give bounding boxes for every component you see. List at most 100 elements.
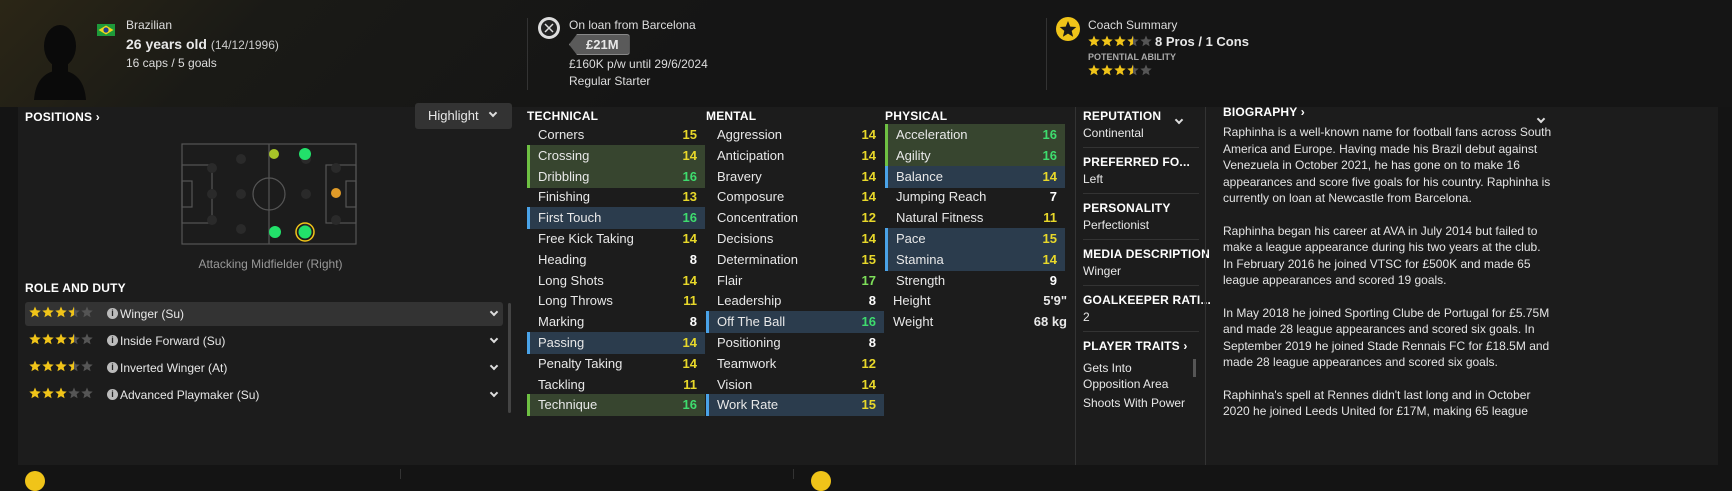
chevron-down-icon[interactable] bbox=[489, 334, 499, 344]
role-row[interactable]: i Winger (Su) bbox=[25, 302, 503, 326]
star-icon bbox=[1101, 64, 1113, 76]
reputation-chevron-icon[interactable] bbox=[1174, 115, 1184, 125]
attribute-row[interactable]: Acceleration 16 bbox=[885, 124, 1065, 146]
attribute-name: Stamina bbox=[896, 251, 944, 267]
info-icon[interactable]: i bbox=[107, 308, 118, 319]
attribute-name: Composure bbox=[717, 189, 785, 205]
bottom-bar bbox=[0, 469, 1732, 491]
attribute-row[interactable]: Composure 14 bbox=[706, 186, 884, 208]
attribute-row[interactable]: Pace 15 bbox=[885, 228, 1065, 250]
attribute-row[interactable]: Vision 14 bbox=[706, 374, 884, 396]
attribute-row[interactable]: Long Shots 14 bbox=[527, 270, 705, 292]
date-of-birth: (14/12/1996) bbox=[210, 38, 279, 52]
attribute-row[interactable]: Passing 14 bbox=[527, 332, 705, 354]
attribute-name: Finishing bbox=[538, 189, 591, 205]
attribute-value: 11 bbox=[683, 376, 697, 392]
attribute-row[interactable]: Long Throws 11 bbox=[527, 290, 705, 312]
star-icon bbox=[68, 306, 80, 318]
role-rating bbox=[29, 383, 94, 407]
weight-label: Weight bbox=[893, 314, 934, 329]
chevron-down-icon[interactable] bbox=[489, 361, 499, 371]
technical-title: TECHNICAL bbox=[527, 109, 599, 123]
attribute-row[interactable]: Tackling 11 bbox=[527, 374, 705, 396]
highlight-dropdown[interactable]: Highlight bbox=[415, 103, 512, 129]
transfer-value-tag[interactable]: £21M bbox=[569, 34, 630, 55]
star-icon bbox=[1140, 64, 1152, 76]
player-traits-title[interactable]: PLAYER TRAITS › bbox=[1083, 339, 1188, 353]
attribute-row[interactable]: Jumping Reach 7 bbox=[885, 186, 1065, 208]
attribute-row[interactable]: Teamwork 12 bbox=[706, 353, 884, 375]
position-dot-st bbox=[331, 188, 341, 198]
attribute-row[interactable]: Decisions 14 bbox=[706, 228, 884, 250]
attribute-name: Natural Fitness bbox=[896, 210, 984, 226]
trait-item: Gets Into Opposition Area bbox=[1083, 361, 1169, 391]
role-row[interactable]: i Advanced Playmaker (Su) bbox=[25, 383, 503, 407]
attribute-value: 15 bbox=[861, 397, 876, 413]
attribute-name: Flair bbox=[717, 272, 743, 288]
star-icon bbox=[81, 387, 93, 399]
info-icon[interactable]: i bbox=[107, 362, 118, 373]
attribute-value: 15 bbox=[682, 127, 697, 142]
info-icon[interactable]: i bbox=[107, 389, 118, 400]
attribute-value: 14 bbox=[682, 335, 697, 350]
attribute-name: Aggression bbox=[717, 127, 783, 142]
barcelona-crest-icon bbox=[538, 17, 560, 39]
attribute-row[interactable]: Technique 16 bbox=[527, 394, 705, 417]
attribute-name: Leadership bbox=[717, 293, 782, 309]
attribute-value: 8 bbox=[689, 251, 697, 267]
attribute-value: 11 bbox=[1043, 210, 1057, 226]
wage-contract: £160K p/w until 29/6/2024 bbox=[569, 57, 708, 71]
attribute-row[interactable]: Agility 16 bbox=[885, 144, 1065, 167]
attribute-row[interactable]: Aggression 14 bbox=[706, 124, 884, 146]
pros-cons[interactable]: 8 Pros / 1 Cons bbox=[1155, 34, 1249, 49]
attribute-value: 8 bbox=[868, 293, 876, 309]
traits-scrollbar[interactable] bbox=[1193, 359, 1196, 377]
chevron-down-icon[interactable] bbox=[489, 307, 499, 317]
roles-scrollbar[interactable] bbox=[508, 303, 511, 413]
attribute-row[interactable]: Corners 15 bbox=[527, 124, 705, 146]
nationality: Brazilian bbox=[126, 18, 173, 32]
biography-title[interactable]: BIOGRAPHY › bbox=[1223, 105, 1305, 119]
weight-row: Weight 68 kg bbox=[885, 314, 1075, 329]
attribute-row[interactable]: Bravery 14 bbox=[706, 166, 884, 188]
attribute-row[interactable]: Free Kick Taking 14 bbox=[527, 228, 705, 250]
attribute-value: 12 bbox=[861, 210, 876, 226]
attribute-row[interactable]: First Touch 16 bbox=[527, 207, 705, 230]
selected-position-label: Attacking Midfielder (Right) bbox=[198, 257, 343, 271]
star-icon bbox=[1127, 35, 1139, 47]
attribute-row[interactable]: Stamina 14 bbox=[885, 248, 1065, 271]
attribute-row[interactable]: Dribbling 16 bbox=[527, 165, 705, 188]
attribute-value: 14 bbox=[861, 127, 876, 142]
role-row[interactable]: i Inverted Winger (At) bbox=[25, 356, 503, 380]
biography-text: Raphinha is a well-known name for footba… bbox=[1223, 124, 1553, 464]
attribute-row[interactable]: Positioning 8 bbox=[706, 332, 884, 354]
attribute-row[interactable]: Crossing 14 bbox=[527, 144, 705, 167]
role-row[interactable]: i Inside Forward (Su) bbox=[25, 329, 503, 353]
star-icon bbox=[81, 306, 93, 318]
attribute-row[interactable]: Finishing 13 bbox=[527, 186, 705, 208]
bottom-badge-icon bbox=[811, 471, 831, 491]
positions-title[interactable]: POSITIONS › bbox=[25, 110, 100, 124]
reputation-label: REPUTATION bbox=[1083, 109, 1162, 123]
attribute-row[interactable]: Penalty Taking 14 bbox=[527, 353, 705, 375]
attribute-row[interactable]: Natural Fitness 11 bbox=[885, 207, 1065, 229]
attribute-row[interactable]: Concentration 12 bbox=[706, 207, 884, 229]
attribute-row[interactable]: Balance 14 bbox=[885, 165, 1065, 188]
attribute-row[interactable]: Flair 17 bbox=[706, 270, 884, 292]
attribute-row[interactable]: Determination 15 bbox=[706, 249, 884, 271]
chevron-down-icon[interactable] bbox=[489, 388, 499, 398]
attribute-row[interactable]: Leadership 8 bbox=[706, 290, 884, 312]
media-description-label: MEDIA DESCRIPTION bbox=[1083, 247, 1210, 261]
attribute-row[interactable]: Off The Ball 16 bbox=[706, 311, 884, 334]
info-icon[interactable]: i bbox=[107, 335, 118, 346]
attribute-row[interactable]: Strength 9 bbox=[885, 270, 1065, 292]
biography-chevron-icon[interactable] bbox=[1536, 114, 1546, 124]
attribute-row[interactable]: Anticipation 14 bbox=[706, 145, 884, 167]
role-duty-title: ROLE AND DUTY bbox=[25, 281, 126, 295]
star-icon bbox=[1101, 35, 1113, 47]
attribute-row[interactable]: Work Rate 15 bbox=[706, 394, 884, 417]
attribute-row[interactable]: Marking 8 bbox=[527, 311, 705, 333]
attribute-row[interactable]: Heading 8 bbox=[527, 249, 705, 271]
attribute-name: Concentration bbox=[717, 210, 798, 226]
attribute-value: 12 bbox=[861, 355, 876, 371]
